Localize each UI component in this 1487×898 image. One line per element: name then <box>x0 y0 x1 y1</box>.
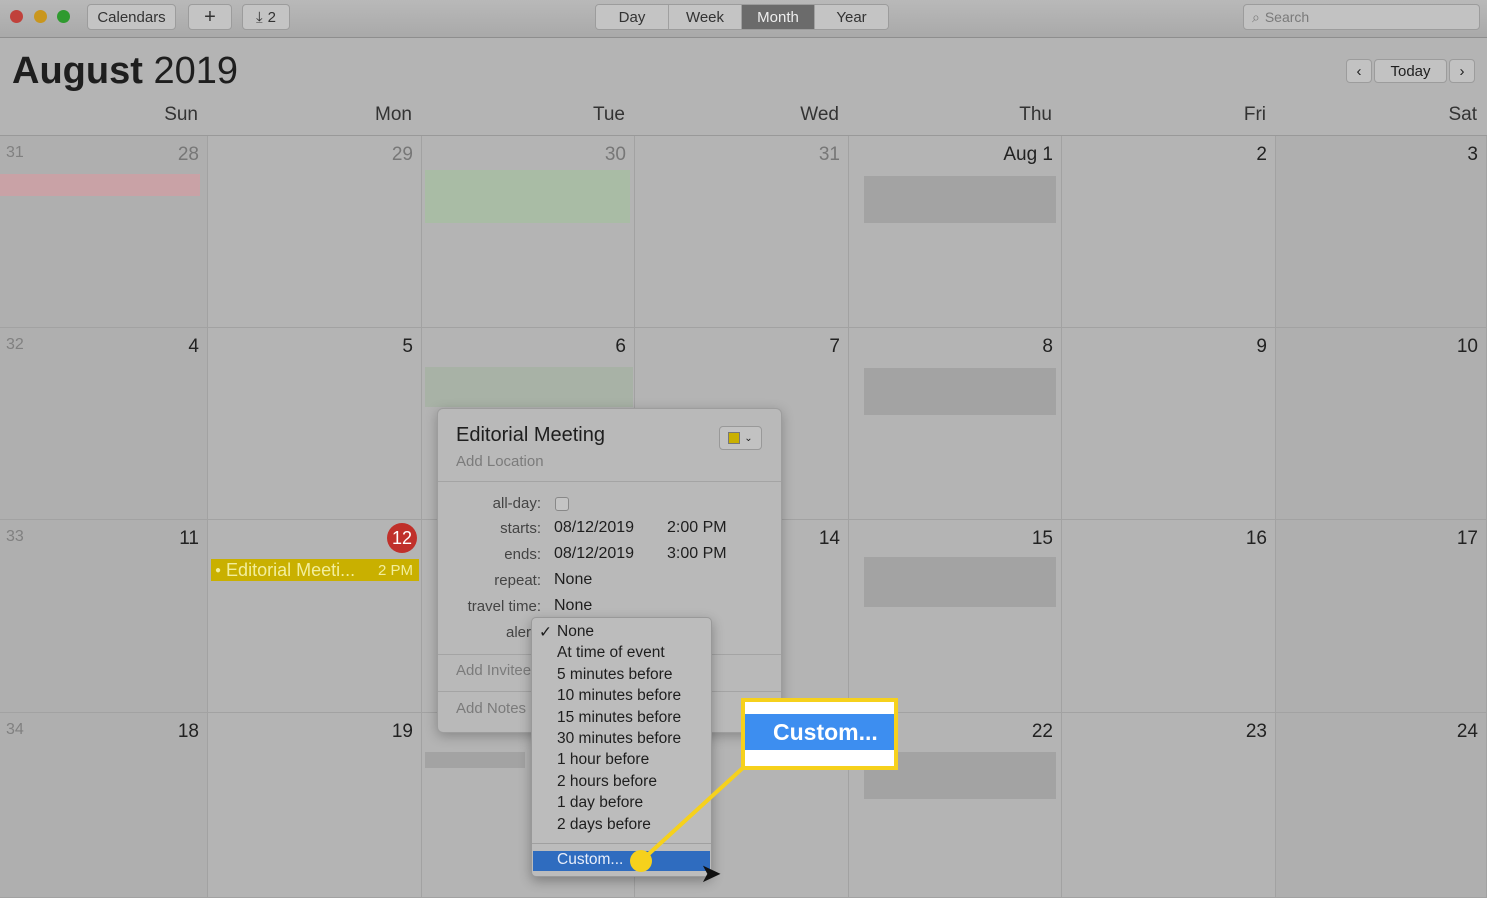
mouse-cursor-icon: ➤ <box>700 858 722 888</box>
callout-label: Custom... <box>745 714 894 750</box>
custom-callout: Custom... <box>741 698 898 770</box>
